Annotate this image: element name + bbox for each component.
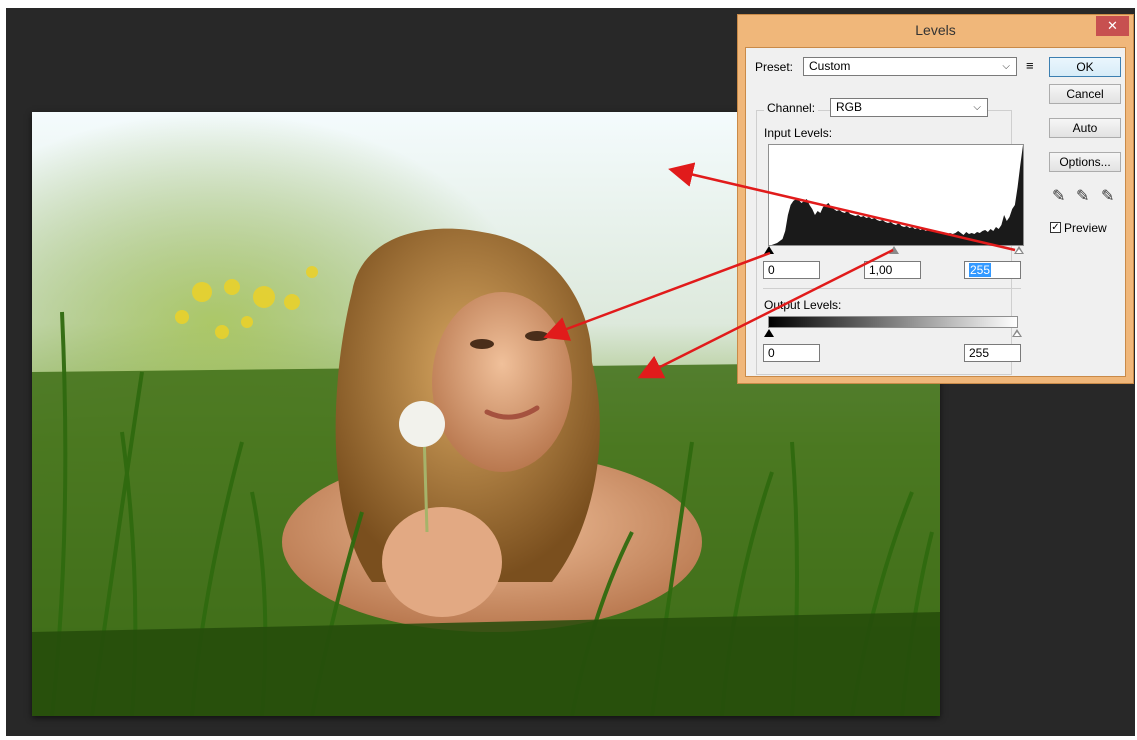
options-button[interactable]: Options... bbox=[1049, 152, 1121, 172]
dialog-titlebar[interactable]: Levels ✕ bbox=[738, 15, 1133, 47]
channel-dropdown[interactable]: RGB ⌵ bbox=[830, 98, 988, 117]
output-levels-label: Output Levels: bbox=[764, 298, 842, 312]
checkmark-icon: ✓ bbox=[1051, 222, 1060, 233]
preset-label: Preset: bbox=[755, 60, 794, 74]
input-black-slider[interactable] bbox=[764, 246, 774, 254]
histogram-shape bbox=[769, 145, 1023, 245]
input-gamma-slider[interactable] bbox=[889, 246, 899, 254]
channel-label: Channel: bbox=[764, 101, 819, 115]
histogram-graph bbox=[769, 145, 1023, 245]
output-white-slider[interactable] bbox=[1012, 329, 1022, 337]
preset-value: Custom bbox=[809, 59, 851, 73]
chevron-down-icon: ⌵ bbox=[1002, 61, 1010, 72]
auto-button[interactable]: Auto bbox=[1049, 118, 1121, 138]
output-white-field[interactable]: 255 bbox=[964, 344, 1021, 362]
input-black-field[interactable]: 0 bbox=[763, 261, 820, 279]
close-button[interactable]: ✕ bbox=[1096, 16, 1129, 36]
preview-checkbox[interactable]: ✓ bbox=[1050, 222, 1061, 233]
white-eyedropper-icon[interactable]: ✎ bbox=[1101, 186, 1114, 206]
output-gradient-bar bbox=[768, 316, 1018, 328]
cancel-button[interactable]: Cancel bbox=[1049, 84, 1121, 104]
dialog-title: Levels bbox=[915, 22, 956, 38]
preset-dropdown[interactable]: Custom ⌵ bbox=[803, 57, 1017, 76]
gray-eyedropper-icon[interactable]: ✎ bbox=[1076, 186, 1089, 206]
histogram bbox=[768, 144, 1024, 246]
preview-label: Preview bbox=[1064, 221, 1107, 235]
input-white-field[interactable]: 255 bbox=[964, 261, 1021, 279]
levels-dialog: Levels ✕ Preset: Custom ⌵ ≡ OK Cancel Au… bbox=[737, 14, 1134, 384]
channel-value: RGB bbox=[836, 100, 863, 114]
dialog-client: Preset: Custom ⌵ ≡ OK Cancel Auto Option… bbox=[745, 47, 1126, 377]
input-white-value: 255 bbox=[969, 263, 992, 277]
output-black-field[interactable]: 0 bbox=[763, 344, 820, 362]
separator bbox=[763, 288, 1021, 289]
close-icon: ✕ bbox=[1107, 18, 1118, 33]
black-eyedropper-icon[interactable]: ✎ bbox=[1052, 186, 1065, 206]
output-black-slider[interactable] bbox=[764, 329, 774, 337]
input-gamma-field[interactable]: 1,00 bbox=[864, 261, 921, 279]
input-white-slider[interactable] bbox=[1014, 246, 1024, 254]
chevron-down-icon: ⌵ bbox=[973, 102, 981, 113]
preset-options-icon[interactable]: ≡ bbox=[1026, 58, 1034, 73]
input-levels-label: Input Levels: bbox=[764, 126, 833, 140]
ok-button[interactable]: OK bbox=[1049, 57, 1121, 77]
